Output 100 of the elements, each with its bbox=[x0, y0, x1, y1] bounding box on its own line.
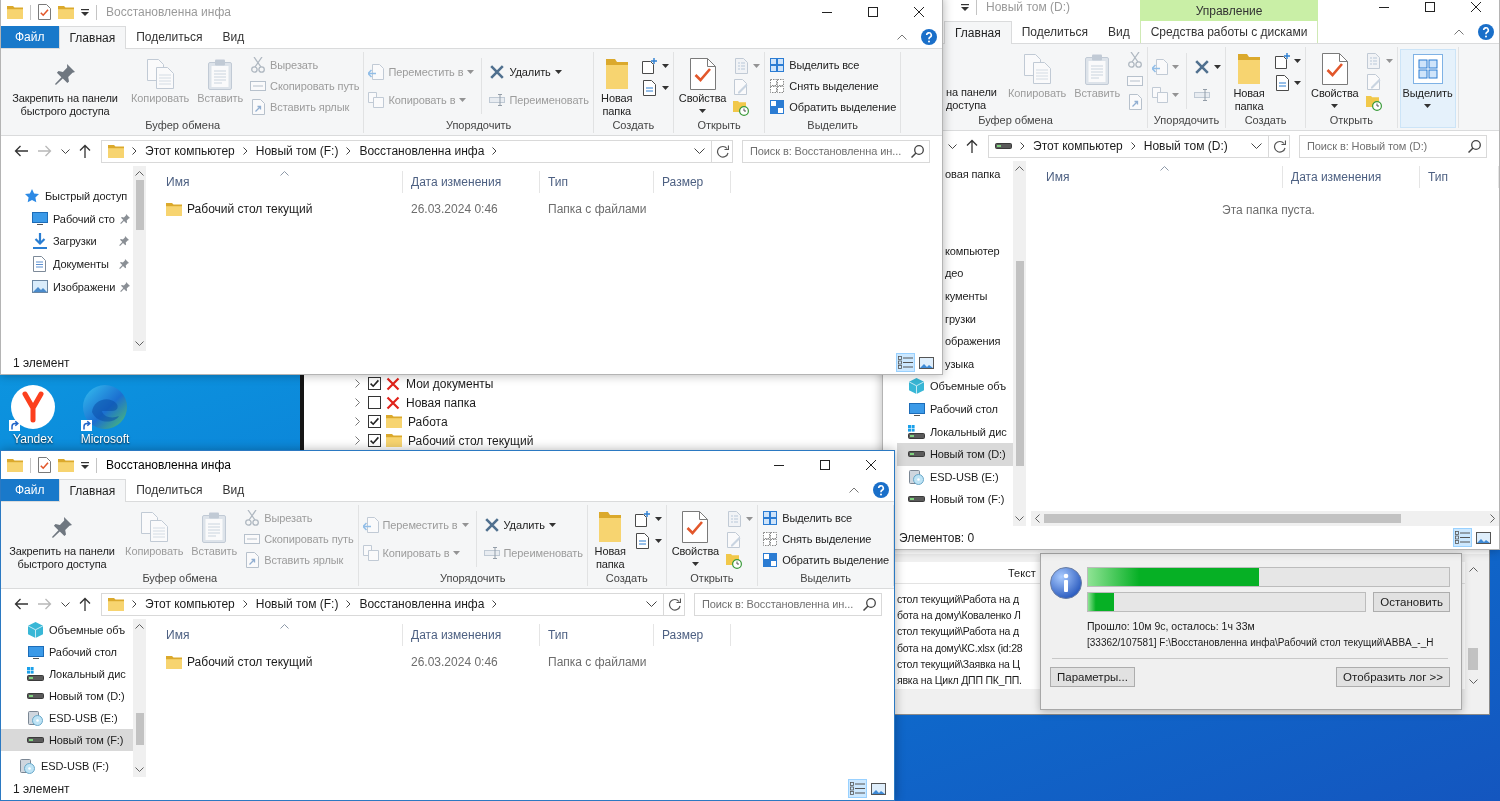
scroll-left-icon[interactable] bbox=[1035, 514, 1040, 523]
details-view-button[interactable] bbox=[1453, 528, 1472, 547]
nav-item[interactable]: Локальный дис bbox=[897, 420, 1013, 443]
pin-button[interactable]: Закрепить на панели быстрого доступа bbox=[4, 54, 126, 118]
checkbox[interactable] bbox=[368, 377, 381, 390]
scroll-up-icon[interactable] bbox=[1015, 166, 1024, 171]
show-log-button[interactable]: Отобразить лог >> bbox=[1336, 667, 1450, 687]
expand-chevron-icon[interactable] bbox=[355, 436, 360, 445]
column-header[interactable]: Имя bbox=[1038, 166, 1283, 188]
properties-button[interactable]: Свойства bbox=[675, 54, 730, 118]
expand-chevron-icon[interactable] bbox=[355, 379, 360, 388]
breadcrumb[interactable]: Новый том (F:) bbox=[255, 597, 339, 611]
checkbox[interactable] bbox=[368, 396, 381, 409]
scrollbar-thumb[interactable] bbox=[1044, 514, 1401, 523]
chevron-right-icon[interactable] bbox=[242, 147, 248, 155]
tree-item[interactable]: Мои документы bbox=[406, 376, 494, 391]
search-field[interactable]: Поиск в: Восстановленна ин... bbox=[694, 592, 882, 616]
nav-item[interactable]: грузки bbox=[945, 312, 976, 325]
nav-item[interactable]: овая папка bbox=[945, 168, 1001, 181]
scrollbar[interactable] bbox=[133, 619, 146, 777]
options-button[interactable]: Параметры... bbox=[1050, 667, 1135, 687]
nav-item[interactable]: Рабочий стол bbox=[1, 641, 133, 663]
chevron-right-icon[interactable] bbox=[346, 147, 352, 155]
pin-button[interactable]: на панели доступа bbox=[945, 85, 1003, 113]
nav-item[interactable]: Документы bbox=[1, 252, 133, 276]
breadcrumb[interactable]: Этот компьютер bbox=[1033, 139, 1123, 153]
chevron-right-icon[interactable] bbox=[492, 147, 498, 155]
stop-button[interactable]: Остановить bbox=[1373, 592, 1450, 612]
file-tab[interactable]: Файл bbox=[1, 479, 59, 501]
collapse-ribbon-icon[interactable] bbox=[897, 34, 907, 40]
nav-item[interactable]: компьютер bbox=[945, 244, 1000, 257]
nav-item[interactable]: Новый том (D:) bbox=[1, 685, 133, 707]
expand-chevron-icon[interactable] bbox=[355, 398, 360, 407]
nav-item[interactable]: ображения bbox=[945, 335, 1001, 348]
scroll-up-icon[interactable] bbox=[135, 624, 144, 629]
collapse-ribbon-icon[interactable] bbox=[849, 487, 859, 493]
nav-item[interactable]: Новый том (D:) bbox=[897, 442, 1013, 466]
nav-item[interactable]: Рабочий стол bbox=[897, 397, 1013, 421]
column-header[interactable]: Тип bbox=[540, 624, 654, 646]
dropdown-caret-icon[interactable] bbox=[694, 148, 705, 154]
desktop-shortcut[interactable]: Yandex bbox=[1, 385, 65, 446]
ribbon-tab[interactable]: Главная bbox=[944, 21, 1012, 44]
nav-item[interactable]: део bbox=[945, 267, 964, 280]
refresh-button[interactable] bbox=[664, 592, 685, 616]
breadcrumb[interactable]: Новый том (D:) bbox=[1143, 139, 1228, 153]
delete-button[interactable]: Удалить bbox=[487, 62, 591, 82]
refresh-button[interactable] bbox=[1269, 134, 1290, 158]
expand-chevron-icon[interactable] bbox=[355, 417, 360, 426]
invert-selection-button[interactable]: Обратить выделение bbox=[767, 97, 899, 117]
scroll-down-icon[interactable] bbox=[1468, 679, 1478, 684]
new-folder-button[interactable]: Новая папка bbox=[595, 54, 638, 118]
page-check-icon[interactable] bbox=[38, 4, 51, 20]
nav-item[interactable]: Быстрый доступ bbox=[1, 185, 133, 208]
ribbon-tab[interactable]: Поделиться bbox=[126, 479, 213, 501]
column-header[interactable]: Имя bbox=[158, 624, 403, 646]
dropdown-caret-icon[interactable] bbox=[646, 601, 657, 607]
file-name[interactable]: Рабочий стол текущий bbox=[187, 655, 313, 669]
breadcrumb[interactable]: Новый том (F:) bbox=[255, 144, 339, 158]
column-header[interactable]: Тип bbox=[1420, 166, 1499, 188]
chevron-right-icon[interactable] bbox=[1130, 142, 1136, 150]
address-bar[interactable]: Этот компьютер Новый том (F:) Восстановленна инфа bbox=[101, 139, 712, 163]
chevron-right-icon[interactable] bbox=[1020, 142, 1025, 150]
help-icon[interactable] bbox=[921, 29, 937, 45]
refresh-button[interactable] bbox=[712, 139, 733, 163]
nav-item[interactable]: ESD-USB (F:) bbox=[1, 755, 133, 777]
address-bar[interactable]: Этот компьютер Новый том (F:) Восстановленна инфа bbox=[101, 592, 664, 616]
ribbon-tab[interactable]: Главная bbox=[58, 26, 127, 49]
tree-item[interactable]: Работа bbox=[408, 414, 448, 429]
checkbox[interactable] bbox=[368, 415, 381, 428]
ribbon-tab[interactable]: Вид bbox=[1097, 21, 1140, 43]
help-icon[interactable] bbox=[1478, 24, 1494, 40]
pin-button[interactable]: Закрепить на панели быстрого доступа bbox=[4, 507, 121, 571]
dropdown-caret-icon[interactable] bbox=[1251, 143, 1262, 149]
page-check-icon[interactable] bbox=[38, 457, 51, 473]
nav-item[interactable]: узыка bbox=[945, 357, 975, 370]
column-header[interactable]: Дата изменения bbox=[403, 171, 540, 193]
breadcrumb[interactable]: Восстановленна инфа bbox=[359, 144, 485, 158]
scroll-right-icon[interactable] bbox=[1490, 514, 1495, 523]
column-header[interactable]: Имя bbox=[158, 171, 403, 193]
select-all-button[interactable]: Выделить все bbox=[760, 508, 891, 528]
chevron-right-icon[interactable] bbox=[132, 147, 137, 155]
nav-item[interactable]: Объемные объ bbox=[1, 619, 133, 641]
scroll-up-icon[interactable] bbox=[1468, 567, 1478, 572]
file-name[interactable]: Рабочий стол текущий bbox=[187, 202, 313, 216]
column-header[interactable]: Размер bbox=[654, 171, 731, 193]
new-folder-button[interactable]: Новая папка bbox=[1228, 49, 1271, 113]
new-item-button[interactable] bbox=[639, 56, 671, 76]
scrollbar-thumb[interactable] bbox=[135, 713, 144, 745]
desktop-shortcut[interactable]: Microsoft bbox=[73, 385, 137, 446]
select-button[interactable]: Выделить bbox=[1399, 49, 1456, 128]
customize-caret-icon[interactable] bbox=[81, 461, 89, 469]
select-none-button[interactable]: Снять выделение bbox=[760, 529, 891, 549]
nav-item[interactable]: ESD-USB (E:) bbox=[1, 707, 133, 729]
nav-item[interactable]: ESD-USB (E:) bbox=[897, 465, 1013, 489]
search-field[interactable]: Поиск в: Новый том (D:) bbox=[1299, 134, 1487, 158]
tree-item[interactable]: Рабочий стол текущий bbox=[408, 433, 534, 448]
search-field[interactable]: Поиск в: Восстановленна ин... bbox=[742, 139, 930, 163]
chevron-right-icon[interactable] bbox=[346, 600, 352, 608]
address-bar[interactable]: Этот компьютер Новый том (D:) bbox=[988, 134, 1269, 158]
scroll-up-icon[interactable] bbox=[135, 171, 144, 176]
